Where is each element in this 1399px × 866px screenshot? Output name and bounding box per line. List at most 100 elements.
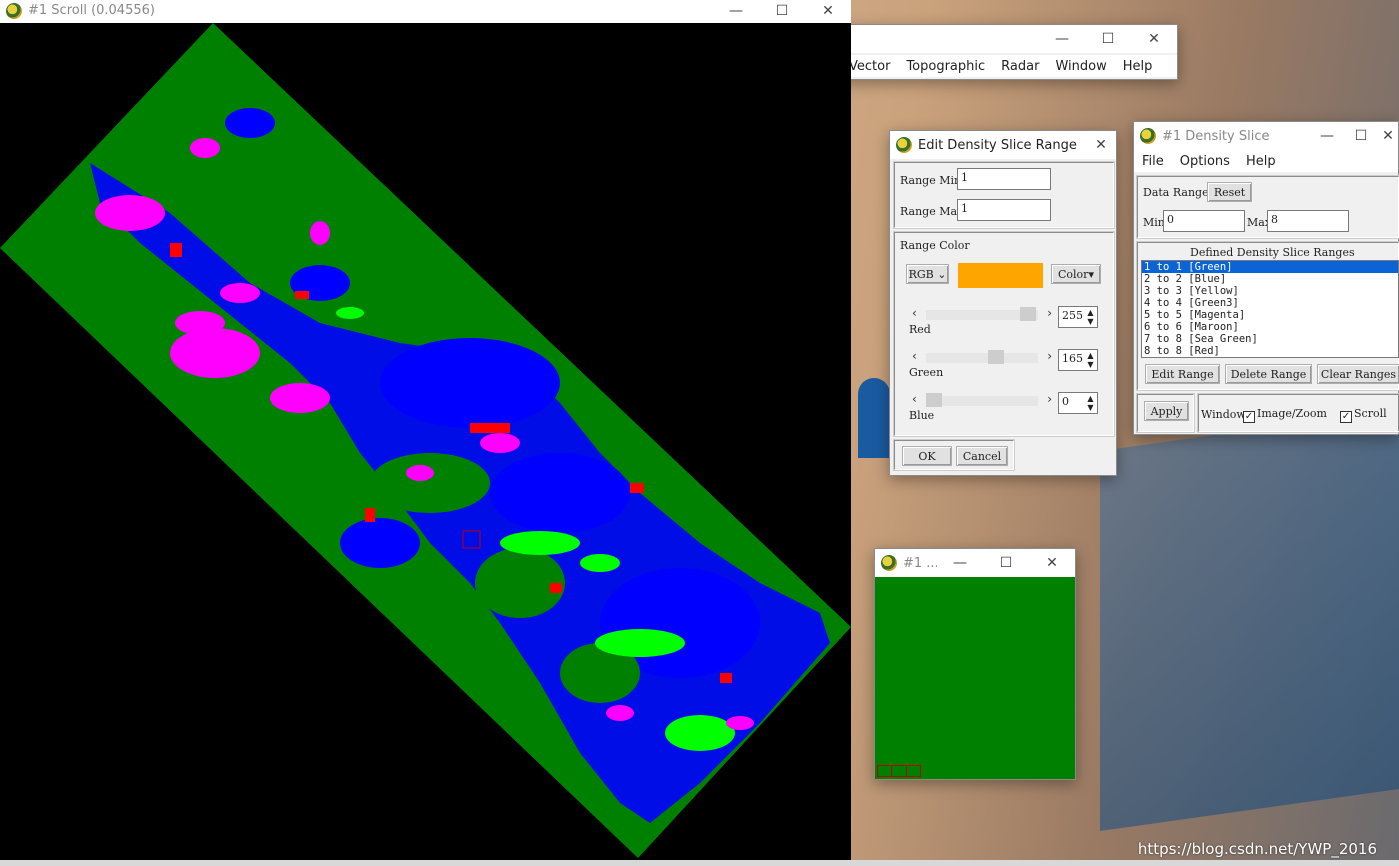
spin-arrows-icon[interactable]: ▲ ▼ — [1085, 308, 1096, 326]
chevron-down-icon: ⌄ — [937, 267, 947, 281]
menu-file[interactable]: File — [1134, 154, 1172, 169]
edit-density-dialog: Edit Density Slice Range ✕ Range Min 1 R… — [889, 130, 1117, 476]
spin-arrows-icon[interactable]: ▲ ▼ — [1085, 351, 1096, 369]
zoom-out-icon[interactable] — [878, 766, 893, 776]
maximize-icon[interactable]: ☐ — [983, 549, 1029, 577]
range-max-field[interactable]: 1 — [957, 199, 1051, 221]
image-zoom-label: Image/Zoom — [1257, 407, 1327, 420]
zoom-reset-icon[interactable] — [907, 766, 920, 776]
range-color-label: Range Color — [900, 239, 970, 252]
slider-track — [926, 396, 1038, 406]
menu-radar[interactable]: Radar — [993, 59, 1047, 74]
zoom-in-icon[interactable] — [892, 766, 907, 776]
ranges-header: Defined Density Slice Ranges — [1190, 246, 1355, 259]
right-arrow-icon[interactable]: › — [1047, 392, 1052, 406]
minimize-icon[interactable]: — — [1039, 25, 1085, 53]
close-icon[interactable]: ✕ — [805, 0, 851, 25]
ok-button[interactable]: OK — [902, 446, 952, 466]
zoom-window: #1 ... — ☐ ✕ — [874, 548, 1076, 780]
minimize-icon[interactable]: — — [713, 0, 759, 25]
slider-thumb[interactable] — [988, 350, 1004, 364]
red-slider[interactable]: ‹ › — [912, 306, 1052, 324]
watermark: https://blog.csdn.net/YWP_2016 — [1137, 840, 1377, 858]
envi-globe-icon — [1140, 128, 1156, 144]
list-item[interactable]: 7 to 8 [Sea Green] — [1142, 333, 1398, 345]
density-menubar: File Options Help — [1134, 150, 1398, 172]
blue-value: 0 — [1062, 395, 1069, 408]
slider-thumb[interactable] — [1020, 307, 1036, 321]
data-range-label: Data Range — [1143, 186, 1209, 199]
green-spinbox[interactable]: 165 ▲ ▼ — [1058, 349, 1098, 371]
image-zoom-checkbox[interactable]: ✓ Image/Zoom — [1243, 407, 1327, 423]
list-item[interactable]: 1 to 1 [Green] — [1142, 261, 1398, 273]
caret-down-icon: ▾ — [1088, 267, 1094, 281]
menu-help[interactable]: Help — [1115, 59, 1161, 74]
spin-arrows-icon[interactable]: ▲ ▼ — [1085, 394, 1096, 412]
green-value: 165 — [1062, 352, 1083, 365]
minimize-icon[interactable]: — — [937, 549, 983, 577]
min-field[interactable]: 0 — [1163, 210, 1245, 232]
edit-range-button[interactable]: Edit Range — [1145, 364, 1220, 384]
scroll-title: #1 Scroll (0.04556) — [28, 3, 155, 18]
color-model-value: RGB — [908, 267, 934, 281]
left-arrow-icon[interactable]: ‹ — [912, 392, 917, 406]
left-arrow-icon[interactable]: ‹ — [912, 349, 917, 363]
checkmark-icon: ✓ — [1243, 411, 1255, 423]
maximize-icon[interactable]: ☐ — [759, 0, 805, 25]
menu-help[interactable]: Help — [1238, 154, 1284, 169]
scroll-checkbox[interactable]: ✓ Scroll — [1340, 407, 1387, 423]
list-item[interactable]: 5 to 5 [Magenta] — [1142, 309, 1398, 321]
window-label: Window — [1201, 408, 1246, 421]
scroll-titlebar: #1 Scroll (0.04556) — ☐ ✕ — [0, 0, 851, 23]
clear-ranges-button[interactable]: Clear Ranges — [1317, 364, 1399, 384]
close-icon[interactable]: ✕ — [1029, 549, 1075, 577]
menu-window[interactable]: Window — [1047, 59, 1114, 74]
zoom-titlebar: #1 ... — ☐ ✕ — [875, 549, 1075, 577]
background-door — [858, 378, 890, 458]
blue-label: Blue — [909, 409, 935, 422]
list-item[interactable]: 8 to 8 [Red] — [1142, 345, 1398, 357]
reset-button[interactable]: Reset — [1207, 182, 1252, 202]
density-titlebar: #1 Density Slice — ☐ ✕ — [1134, 122, 1398, 150]
envi-globe-icon — [896, 137, 912, 153]
menu-options[interactable]: Options — [1172, 154, 1238, 169]
red-value: 255 — [1062, 309, 1083, 322]
density-slice-window: #1 Density Slice — ☐ ✕ File Options Help… — [1133, 121, 1399, 435]
blue-slider[interactable]: ‹ › — [912, 392, 1052, 410]
blue-spinbox[interactable]: 0 ▲ ▼ — [1058, 392, 1098, 414]
close-icon[interactable]: ✕ — [1086, 131, 1116, 159]
red-label: Red — [909, 323, 931, 336]
list-item[interactable]: 4 to 4 [Green3] — [1142, 297, 1398, 309]
maximize-icon[interactable]: ☐ — [1085, 25, 1131, 53]
right-arrow-icon[interactable]: › — [1047, 306, 1052, 320]
red-spinbox[interactable]: 255 ▲ ▼ — [1058, 306, 1098, 328]
taskbar-strip — [0, 860, 1399, 866]
maximize-icon[interactable]: ☐ — [1344, 122, 1378, 150]
zoom-controls[interactable] — [877, 765, 921, 777]
ranges-list[interactable]: 1 to 1 [Green] 2 to 2 [Blue] 3 to 3 [Yel… — [1141, 260, 1399, 358]
list-item[interactable]: 2 to 2 [Blue] — [1142, 273, 1398, 285]
color-model-select[interactable]: RGB ⌄ — [906, 264, 949, 284]
cancel-button[interactable]: Cancel — [956, 446, 1008, 466]
left-arrow-icon[interactable]: ‹ — [912, 306, 917, 320]
range-min-field[interactable]: 1 — [957, 168, 1051, 190]
green-label: Green — [909, 366, 944, 379]
slider-thumb[interactable] — [926, 393, 942, 407]
classified-image[interactable] — [0, 23, 851, 858]
menu-topographic[interactable]: Topographic — [898, 59, 993, 74]
close-icon[interactable]: ✕ — [1378, 122, 1398, 150]
range-min-label: Range Min — [900, 174, 962, 187]
minimize-icon[interactable]: — — [1310, 122, 1344, 150]
right-arrow-icon[interactable]: › — [1047, 349, 1052, 363]
color-menu-button[interactable]: Color ▾ — [1051, 264, 1101, 284]
close-icon[interactable]: ✕ — [1131, 25, 1177, 53]
background-wall-paint — [1100, 408, 1399, 832]
list-item[interactable]: 3 to 3 [Yellow] — [1142, 285, 1398, 297]
green-slider[interactable]: ‹ › — [912, 349, 1052, 367]
list-item[interactable]: 6 to 6 [Maroon] — [1142, 321, 1398, 333]
max-field[interactable]: 8 — [1267, 210, 1349, 232]
delete-range-button[interactable]: Delete Range — [1225, 364, 1312, 384]
min-label: Min — [1143, 216, 1165, 229]
zoom-title: #1 ... — [903, 555, 937, 571]
apply-button[interactable]: Apply — [1144, 401, 1189, 421]
